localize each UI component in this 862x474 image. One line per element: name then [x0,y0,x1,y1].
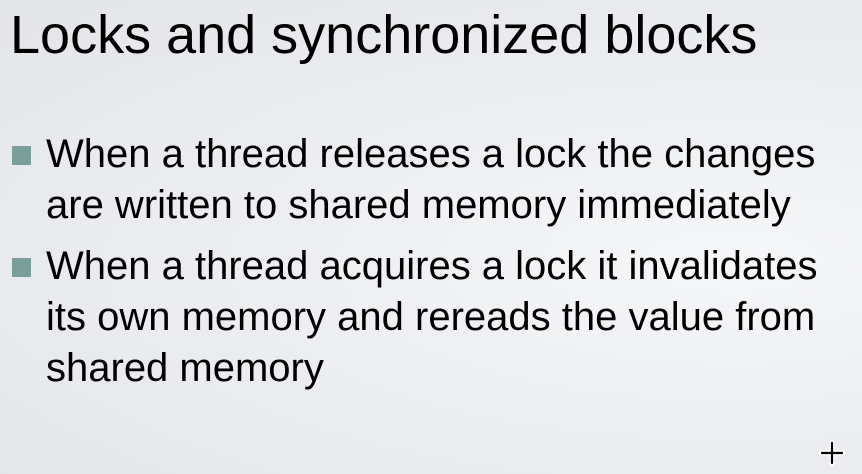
slide-title: Locks and synchronized blocks [10,5,758,65]
bullet-text: When a thread releases a lock the change… [46,132,816,227]
move-crosshair-cursor-icon [819,440,845,466]
bullet-item-1: When a thread releases a lock the change… [0,129,862,231]
bullet-item-2: When a thread acquires a lock it invalid… [0,241,862,394]
slide: Locks and synchronized blocks When a thr… [0,0,862,474]
bullet-text: When a thread acquires a lock it invalid… [46,244,818,390]
square-bullet-icon [12,258,31,277]
square-bullet-icon [12,146,31,165]
bullet-list: When a thread releases a lock the change… [0,129,862,394]
